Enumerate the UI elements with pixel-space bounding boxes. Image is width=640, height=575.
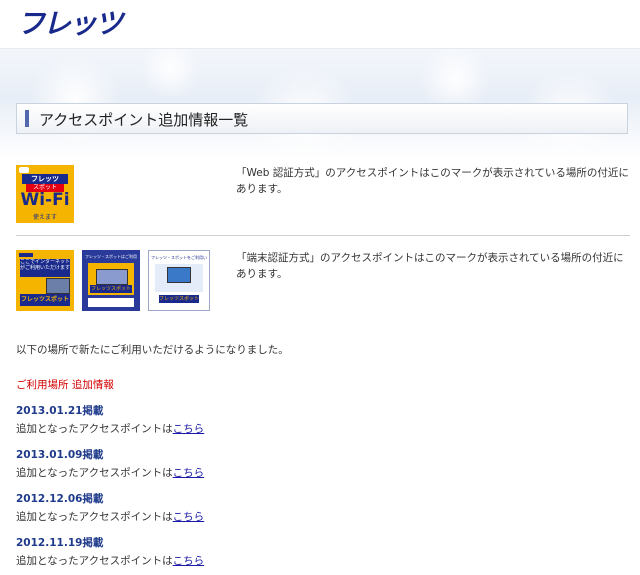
entry-text: 追加となったアクセスポイントはこちら (16, 465, 204, 480)
entry-text: 追加となったアクセスポイントはこちら (16, 553, 204, 568)
entry-link[interactable]: こちら (173, 467, 205, 479)
terminal-badge-2-top: フレッツ・スポットはご利用できます (85, 254, 137, 259)
terminal-badge-3-image: フレッツ・スポットをご利用いただけます フレッツスポット (148, 250, 210, 311)
web-auth-description: 「Web 認証方式」のアクセスポイントはこのマークが表示されている場所の付近にあ… (236, 167, 629, 195)
terminal-auth-description: 「端末認証方式」のアクセスポイントはこのマークが表示されている場所の付近にありま… (236, 252, 624, 280)
entry-date: 2012.11.19掲載 (16, 537, 104, 549)
terminal-badge-1-top: ここでインターネットがご利用いただけます (20, 259, 70, 277)
terminal-badge-1-image: ここでインターネットがご利用いただけます フレッツスポット (16, 250, 74, 311)
section-title: ご利用場所 追加情報 (16, 379, 114, 391)
new-locations-note: 以下の場所で新たにご利用いただけるようになりました。 (16, 344, 289, 356)
terminal-badge-3-brand: フレッツスポット (159, 295, 199, 303)
entry-date: 2012.12.06掲載 (16, 493, 104, 505)
site-header: フレッツ (0, 0, 640, 48)
wifi-badge-foot: 使えます (32, 214, 57, 221)
title-accent-bar (25, 110, 29, 127)
entry-link[interactable]: こちら (173, 511, 205, 523)
wifi-badge-image: フレッツ スポット Wi-Fi 使えます (16, 165, 74, 223)
flets-logo[interactable]: フレッツ (15, 6, 135, 44)
entry-text-label: 追加となったアクセスポイントは (16, 555, 173, 567)
page-title: アクセスポイント追加情報一覧 (39, 111, 249, 129)
entry-text-label: 追加となったアクセスポイントは (16, 511, 173, 523)
wifi-badge-big: Wi-Fi (20, 190, 70, 210)
entry-text-label: 追加となったアクセスポイントは (16, 423, 173, 435)
entry-text-label: 追加となったアクセスポイントは (16, 467, 173, 479)
entry-text: 追加となったアクセスポイントはこちら (16, 421, 204, 436)
terminal-badge-2-image: フレッツ・スポットはご利用できます フレッツスポット (82, 250, 140, 311)
terminal-badge-1-brand: フレッツスポット (20, 294, 70, 306)
wifi-badge-brand: フレッツ (22, 174, 68, 184)
entry-link[interactable]: こちら (173, 555, 205, 567)
terminal-badge-2-brand: フレッツスポット (90, 285, 132, 293)
entry-link[interactable]: こちら (173, 423, 205, 435)
page-title-box: アクセスポイント追加情報一覧 (16, 103, 628, 134)
terminal-badge-3-top: フレッツ・スポットをご利用いただけます (151, 255, 207, 260)
entry-date: 2013.01.09掲載 (16, 449, 104, 461)
entry-date: 2013.01.21掲載 (16, 405, 104, 417)
flets-logo-text: フレッツ (17, 7, 126, 40)
section-divider (16, 235, 630, 236)
entry-text: 追加となったアクセスポイントはこちら (16, 509, 204, 524)
